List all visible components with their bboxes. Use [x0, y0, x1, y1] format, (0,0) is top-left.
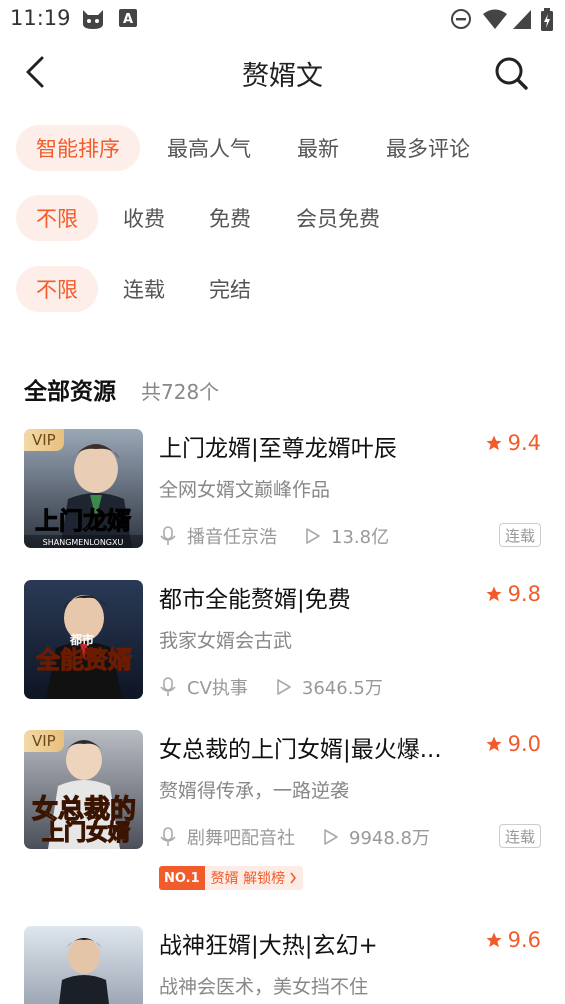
list-item[interactable]: 女总裁的 上门女婿 VIP 女总裁的上门女婿|最火爆... 9.0 赘婿得传承，…: [0, 730, 565, 900]
item-meta: 剧舞吧配音社 9948.8万: [159, 824, 430, 850]
list-item[interactable]: 全能赘婿 都市 都市全能赘婿|免费 9.8 我家女婿会古武 CV执事 3646.…: [0, 580, 565, 720]
play-count: 9948.8万: [349, 828, 430, 849]
microphone-icon: [159, 827, 177, 847]
svg-text:全能赘婿: 全能赘婿: [35, 646, 132, 674]
cover-image: 上门龙婿 SHANGMENLONGXU VIP: [24, 429, 143, 548]
play-icon: [276, 678, 292, 696]
item-meta: 播音任京浩 13.8亿: [159, 523, 389, 549]
play-icon: [305, 527, 321, 545]
status-tag: 连载: [499, 523, 541, 547]
star-icon: [486, 932, 502, 948]
rating: 9.4: [485, 431, 541, 455]
vip-badge: VIP: [24, 429, 64, 451]
chevron-right-icon: [290, 872, 297, 884]
wifi-icon: [482, 8, 508, 34]
cover-image: 女总裁的 上门女婿 VIP: [24, 730, 143, 849]
top-nav-bar: 赘婿文: [0, 38, 565, 108]
microphone-icon: [159, 677, 177, 697]
item-description: 战神会医术，美女挡不住: [159, 976, 369, 998]
svg-text:上门龙婿: 上门龙婿: [35, 507, 131, 535]
rating-value: 9.6: [507, 928, 541, 952]
page-title: 赘婿文: [242, 61, 323, 92]
play-count: 13.8亿: [331, 527, 390, 548]
cover-image: 全能赘婿 都市: [24, 580, 143, 699]
price-chip-any[interactable]: 不限: [16, 195, 98, 241]
svg-text:上门女婿: 上门女婿: [42, 820, 130, 846]
item-title: 都市全能赘婿|免费: [159, 587, 351, 613]
sort-chip-newest[interactable]: 最新: [278, 125, 358, 171]
search-button[interactable]: [490, 52, 532, 94]
status-chip-any[interactable]: 不限: [16, 266, 98, 312]
battery-icon: [540, 8, 554, 36]
star-icon: [486, 586, 502, 602]
play-icon: [323, 828, 339, 846]
price-filter-row: 不限 收费 免费 会员免费: [16, 194, 406, 242]
sort-filter-row: 智能排序 最高人气 最新 最多评论: [16, 124, 498, 172]
rating-value: 9.0: [507, 732, 541, 756]
narrator-name: CV执事: [187, 678, 248, 699]
star-icon: [486, 435, 502, 451]
rating: 9.0: [485, 732, 541, 756]
list-item[interactable]: 战神狂婿|大热|玄幻+ 9.6 战神会医术，美女挡不住: [0, 926, 565, 1004]
item-meta: CV执事 3646.5万: [159, 674, 383, 700]
narrator-name: 剧舞吧配音社: [187, 828, 295, 849]
rating-value: 9.8: [507, 582, 541, 606]
do-not-disturb-icon: [450, 8, 472, 34]
rating: 9.8: [485, 582, 541, 606]
svg-text:都市: 都市: [69, 632, 94, 647]
status-bar: 11:19 A: [0, 0, 565, 38]
sort-chip-popular[interactable]: 最高人气: [140, 125, 278, 171]
rank-number: NO.1: [159, 866, 205, 890]
item-title: 上门龙婿|至尊龙婿叶辰: [159, 436, 397, 462]
svg-text:SHANGMENLONGXU: SHANGMENLONGXU: [43, 538, 124, 547]
search-icon: [495, 57, 528, 90]
item-title: 战神狂婿|大热|玄幻+: [159, 933, 378, 959]
status-time: 11:19: [10, 6, 71, 30]
microphone-icon: [159, 526, 177, 546]
price-chip-member-free[interactable]: 会员免费: [270, 195, 406, 241]
price-chip-free[interactable]: 免费: [190, 195, 270, 241]
rank-text: 赘婿 解锁榜: [210, 871, 286, 887]
item-description: 我家女婿会古武: [159, 630, 293, 652]
rank-label: 赘婿 解锁榜: [205, 868, 303, 888]
star-icon: [486, 736, 502, 752]
sort-chip-smart[interactable]: 智能排序: [16, 125, 140, 171]
a-box-icon: A: [118, 8, 138, 32]
item-description: 全网女婿文巅峰作品: [159, 479, 331, 501]
narrator-name: 播音任京浩: [187, 527, 277, 548]
section-count: 共728个: [141, 380, 220, 404]
rating-value: 9.4: [507, 431, 541, 455]
cover-image: [24, 926, 143, 1004]
svg-text:A: A: [123, 12, 133, 27]
list-item[interactable]: 上门龙婿 SHANGMENLONGXU VIP 上门龙婿|至尊龙婿叶辰 9.4 …: [0, 429, 565, 569]
sort-chip-most-comments[interactable]: 最多评论: [358, 125, 498, 171]
signal-icon: [512, 8, 532, 34]
cat-face-icon: [80, 8, 106, 34]
price-chip-paid[interactable]: 收费: [98, 195, 190, 241]
item-description: 赘婿得传承，一路逆袭: [159, 780, 350, 802]
status-filter-row: 不限 连载 完结: [16, 265, 270, 313]
status-chip-completed[interactable]: 完结: [190, 266, 270, 312]
section-title: 全部资源: [24, 379, 116, 405]
rating: 9.6: [485, 928, 541, 952]
play-count: 3646.5万: [301, 678, 383, 699]
vip-badge: VIP: [24, 730, 64, 752]
item-title: 女总裁的上门女婿|最火爆...: [159, 737, 442, 763]
status-tag: 连载: [499, 824, 541, 848]
status-chip-ongoing[interactable]: 连载: [98, 266, 190, 312]
rank-badge[interactable]: NO.1 赘婿 解锁榜: [159, 866, 304, 890]
